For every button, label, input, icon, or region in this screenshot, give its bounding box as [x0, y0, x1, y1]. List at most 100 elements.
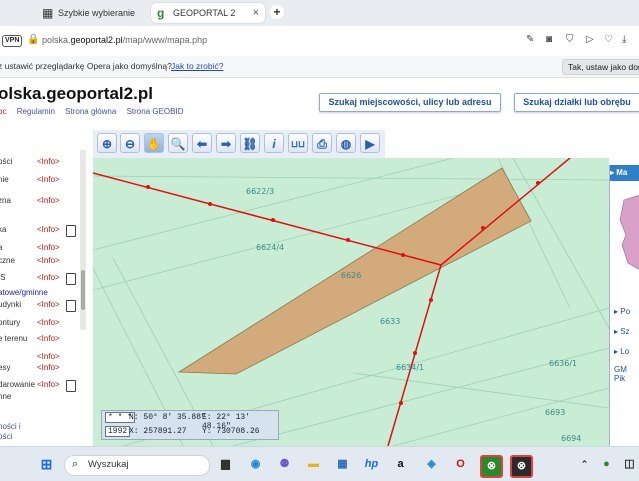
- download-icon[interactable]: ⤓: [622, 34, 626, 45]
- lock-icon[interactable]: 🔒: [27, 34, 39, 45]
- measure-icon[interactable]: ⊔⊔: [288, 133, 308, 153]
- layer-info-link[interactable]: <Info>: [37, 243, 60, 252]
- opera-icon[interactable]: O: [451, 455, 470, 474]
- parcel-label: 6633: [380, 317, 400, 326]
- layer-info-link[interactable]: <Info>: [37, 318, 60, 327]
- photos-icon[interactable]: ◈: [422, 455, 441, 474]
- layer-label: ka: [0, 225, 7, 234]
- overview-item[interactable]: ▸ Po: [614, 307, 630, 316]
- layer-info-link[interactable]: <Info>: [37, 196, 60, 205]
- map-canvas[interactable]: 6622/3 6624/4 6626 6633 6634/1 6636/1 66…: [93, 158, 609, 446]
- nav-link-home[interactable]: Strona główna: [65, 107, 116, 116]
- document-icon[interactable]: [66, 225, 76, 237]
- document-icon[interactable]: [66, 380, 76, 392]
- pan-hand-icon[interactable]: ✋: [144, 133, 164, 153]
- info-icon[interactable]: i: [264, 133, 284, 153]
- layer-info-link[interactable]: <Info>: [37, 256, 60, 265]
- how-to-link[interactable]: Jak to zrobić?: [171, 61, 223, 71]
- explorer-icon[interactable]: ▬: [304, 455, 323, 474]
- scroll-thumb[interactable]: [81, 270, 85, 310]
- set-default-button[interactable]: Tak, ustaw jako domy: [562, 59, 639, 75]
- parcel-label: 6624/4: [256, 243, 284, 252]
- parcel-label: 6693: [545, 408, 565, 417]
- epsg-button[interactable]: 1992: [105, 426, 131, 437]
- zoom-window-icon[interactable]: 🔍: [168, 133, 188, 153]
- xbox-alt-icon[interactable]: ⊗: [510, 455, 533, 478]
- layer-info-link[interactable]: <Info>: [37, 352, 60, 361]
- map-svg[interactable]: 6622/3 6624/4 6626 6633 6634/1 6636/1 66…: [93, 158, 609, 446]
- hp-icon[interactable]: hp: [362, 455, 381, 474]
- document-icon[interactable]: [66, 273, 76, 285]
- layer-info-link[interactable]: <Info>: [37, 363, 60, 372]
- layer-panel-scrollbar[interactable]: [80, 150, 86, 330]
- layer-label: ości: [0, 157, 13, 166]
- nav-link-help[interactable]: oc: [0, 107, 6, 116]
- close-icon[interactable]: ×: [253, 3, 259, 23]
- layer-info-link[interactable]: <Info>: [37, 334, 60, 343]
- nav-links: oc Regulamin Strona główna Strona GEOBID: [0, 107, 191, 116]
- edit-icon[interactable]: ✎: [526, 34, 534, 45]
- layer-label: nne: [0, 392, 12, 401]
- nav-link-rules[interactable]: Regulamin: [17, 107, 55, 116]
- send-icon[interactable]: ▷: [586, 34, 594, 45]
- tab-label: GEOPORTAL 2: [173, 8, 236, 18]
- parcel-label: 6636/1: [549, 359, 577, 368]
- teams-icon[interactable]: ⚉: [275, 455, 294, 474]
- tab-geoportal[interactable]: g GEOPORTAL 2 ×: [151, 3, 265, 23]
- layer-row[interactable]: nne: [0, 392, 93, 410]
- overview-item[interactable]: ▸ Sz: [614, 327, 630, 336]
- layer-info-link[interactable]: <Info>: [37, 225, 60, 234]
- amazon-icon[interactable]: a: [391, 455, 410, 474]
- edge-icon[interactable]: ◉: [246, 455, 265, 474]
- zoom-in-icon[interactable]: ⊕: [97, 133, 117, 153]
- parcel-label: 6626: [341, 271, 361, 280]
- address-bar: VPN 🔒 polska.geoportal2.pl/map/www/mapa.…: [0, 26, 639, 57]
- layer-label: atowe/gminne: [0, 288, 48, 297]
- new-tab-button[interactable]: +: [270, 5, 284, 19]
- search-place-button[interactable]: Szukaj miejscowości, ulicy lub adresu: [319, 93, 501, 112]
- chevron-up-icon[interactable]: ⌃: [575, 455, 594, 474]
- shield-icon[interactable]: ⛉: [566, 34, 574, 45]
- link-icon[interactable]: ⛓: [240, 133, 260, 153]
- zoom-out-icon[interactable]: ⊖: [120, 133, 140, 153]
- layer-info-link[interactable]: <Info>: [37, 175, 60, 184]
- map-toolbar: ⊕ ⊖ ✋ 🔍 ⬅ ➡ ⛓ i ⊔⊔ ⎙ ◍ ▶: [93, 130, 385, 159]
- network-icon[interactable]: ◫: [620, 455, 639, 474]
- parcel-label: 6634/1: [396, 363, 424, 372]
- document-icon[interactable]: [66, 300, 76, 312]
- overview-header[interactable]: ▸ Ma: [610, 165, 639, 181]
- taskbar: ⊞ ⌕ Wyszukaj ▆ ◉ ⚉ ▬ ▦ hp a ◈ O ⊗ ⊗ ⌃ ● …: [0, 446, 639, 481]
- layer-info-link[interactable]: <Info>: [37, 380, 60, 389]
- url-field[interactable]: polska.geoportal2.pl/map/www/mapa.php: [42, 35, 207, 45]
- back-arrow-icon[interactable]: ⬅: [192, 133, 212, 153]
- parcel-label: 6694: [561, 434, 581, 443]
- layer-panel-footer[interactable]: ności i ości: [0, 422, 21, 442]
- xbox-icon[interactable]: ⊗: [480, 455, 503, 478]
- forward-arrow-icon[interactable]: ➡: [216, 133, 236, 153]
- heart-icon[interactable]: ♡: [604, 34, 613, 45]
- files-icon[interactable]: ▆: [216, 455, 235, 474]
- tab-label: Szybkie wybieranie: [58, 8, 136, 18]
- nav-link-geobid[interactable]: Strona GEOBID: [127, 107, 184, 116]
- taskbar-search-input[interactable]: ⌕ Wyszukaj: [64, 455, 210, 476]
- overview-item[interactable]: GM Pik: [614, 365, 627, 383]
- layer-info-link[interactable]: <Info>: [37, 300, 60, 309]
- camera-icon[interactable]: ◙: [546, 34, 552, 45]
- layer-label: nie: [0, 175, 9, 184]
- camera-icon[interactable]: ▶: [360, 133, 380, 153]
- store-icon[interactable]: ▦: [333, 455, 352, 474]
- layer-info-link[interactable]: <Info>: [37, 157, 60, 166]
- tab-speed-dial[interactable]: ▦ Szybkie wybieranie: [36, 3, 148, 23]
- search-parcel-button[interactable]: Szukaj działki lub obrębu: [514, 93, 639, 112]
- overview-item[interactable]: ▸ Lo: [614, 347, 629, 356]
- tray-app-icon[interactable]: ●: [597, 455, 616, 474]
- layer-row[interactable]: e terenu <Info>: [0, 334, 93, 352]
- parcel-label: 6622/3: [246, 187, 274, 196]
- layer-row[interactable]: esy <Info>: [0, 363, 93, 381]
- windows-start-icon[interactable]: ⊞: [37, 455, 56, 474]
- vpn-badge[interactable]: VPN: [2, 35, 23, 47]
- layer-info-link[interactable]: <Info>: [37, 273, 60, 282]
- globe-icon[interactable]: ◍: [336, 133, 356, 153]
- geoportal-logo-icon: g: [157, 6, 165, 20]
- print-icon[interactable]: ⎙: [312, 133, 332, 153]
